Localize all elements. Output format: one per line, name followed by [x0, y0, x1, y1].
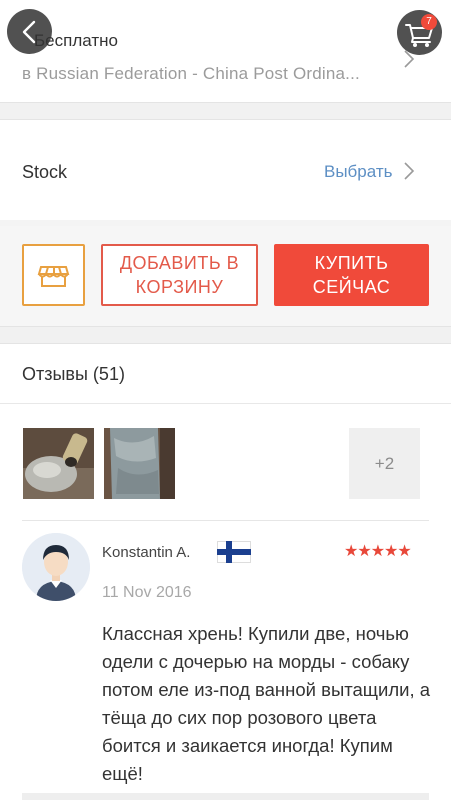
- shipping-section[interactable]: [0, 0, 451, 102]
- review-date: 11 Nov 2016: [102, 584, 192, 601]
- stock-label: Stock: [22, 162, 68, 182]
- divider: [22, 520, 429, 521]
- more-photos-button[interactable]: +2: [349, 428, 420, 499]
- cart-count-badge: 7: [421, 14, 437, 30]
- stock-choose-link[interactable]: Выбрать: [324, 162, 392, 182]
- store-button[interactable]: [22, 244, 85, 306]
- chevron-right-icon: [404, 162, 415, 180]
- avatar: [22, 533, 90, 601]
- rating-stars: ★★★★★: [344, 543, 412, 560]
- add-to-cart-button[interactable]: ДОБАВИТЬ В КОРЗИНУ: [101, 244, 258, 306]
- finland-flag-icon: [217, 541, 251, 563]
- store-icon: [37, 266, 70, 287]
- reviews-title: Отзывы (51): [22, 364, 125, 384]
- section-separator: [0, 326, 451, 344]
- review-photo[interactable]: [104, 428, 175, 499]
- review-text: Классная хрень! Купили две, ночью одели …: [102, 623, 431, 784]
- buy-now-button[interactable]: КУПИТЬ СЕЙЧАС: [274, 244, 429, 306]
- reviewer-name: Konstantin A.: [102, 544, 191, 561]
- chevron-left-icon: [22, 20, 35, 43]
- review-photo[interactable]: [23, 428, 94, 499]
- back-button[interactable]: [7, 9, 52, 54]
- list-separator: [22, 793, 429, 800]
- shipping-method: в Russian Federation - China Post Ordina…: [22, 64, 360, 83]
- section-separator: [0, 102, 451, 120]
